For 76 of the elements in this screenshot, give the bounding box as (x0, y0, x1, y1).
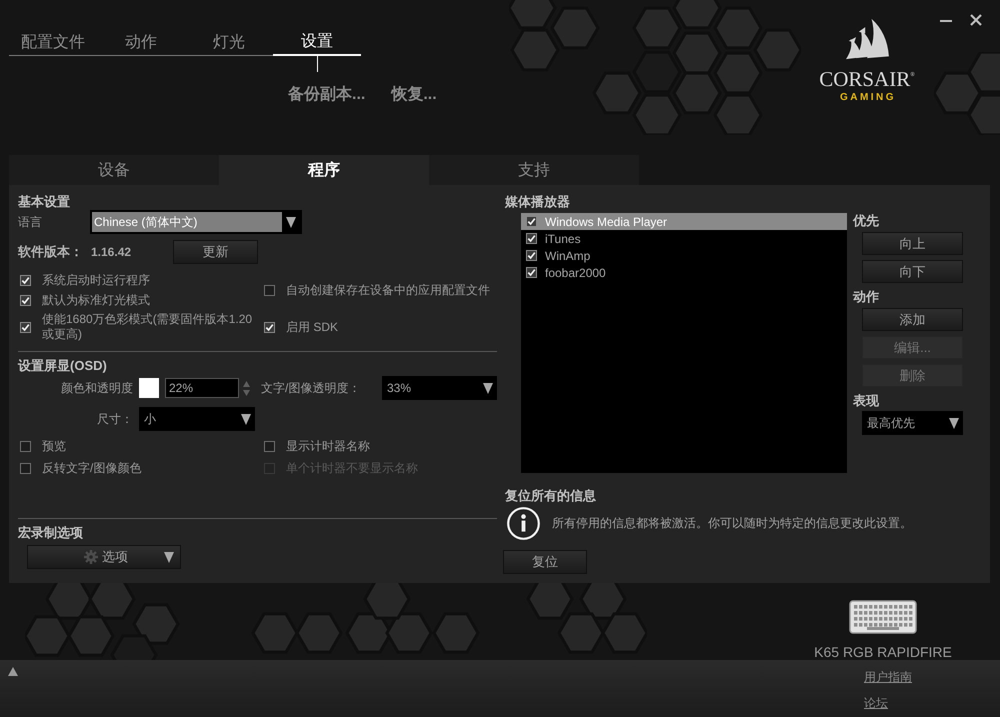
profile-link[interactable]: 恢复... (391, 86, 437, 104)
section-tab[interactable]: 程序 (219, 155, 429, 185)
reset-button[interactable]: 复位 (503, 550, 587, 574)
close-icon[interactable] (970, 14, 982, 26)
checkbox[interactable] (526, 250, 537, 261)
checkbox[interactable] (20, 294, 31, 306)
option-label: 显示计时器名称 (286, 438, 370, 454)
device-name: K65 RGB RAPIDFIRE (814, 644, 952, 660)
checkbox[interactable] (20, 462, 31, 474)
opacity-field[interactable]: 22% (165, 378, 239, 398)
profile-link[interactable]: 备份副本... (288, 86, 366, 104)
caret-icon (286, 216, 296, 228)
up-arrow-icon[interactable] (8, 667, 18, 676)
option-label: 使能1680万色彩模式(需要固件版本1.20或更高) (42, 312, 254, 342)
section-heading: 优先 (853, 214, 880, 228)
color-swatch-icon[interactable] (139, 378, 159, 398)
text-opacity-label: 文字/图像透明度： (261, 380, 362, 396)
player-list-item[interactable]: foobar2000 (521, 264, 847, 281)
brand-name: CORSAIR$^{®}$ (819, 66, 915, 89)
language-label: 语言 (18, 214, 43, 230)
checkbox[interactable] (526, 267, 537, 278)
option-label: 反转文字/图像颜色 (42, 460, 142, 476)
caret-icon (483, 382, 493, 394)
caret-icon (949, 418, 959, 428)
nav-tab[interactable]: 设置 (273, 30, 361, 56)
color-label: 颜色和透明度 (60, 380, 133, 396)
version-label: 软件版本： (18, 243, 83, 261)
checkbox[interactable] (264, 284, 275, 296)
keyboard-icon[interactable] (849, 600, 917, 634)
footer-link[interactable]: 用户指南 (864, 670, 912, 685)
priority-button[interactable]: 向上 (862, 232, 963, 255)
spinner-icon[interactable] (243, 380, 250, 396)
nav-tab[interactable]: 灯光 (185, 30, 273, 56)
caret-icon (241, 414, 251, 424)
behavior-dropdown[interactable]: 最高优先 (862, 411, 963, 435)
section-heading: 复位所有的信息 (505, 489, 597, 503)
priority-button[interactable]: 向下 (862, 260, 963, 283)
section-tab[interactable]: 设备 (9, 155, 219, 185)
section-heading: 宏录制选项 (18, 526, 84, 540)
checkbox[interactable] (20, 322, 31, 332)
player-list-item[interactable]: iTunes (521, 230, 847, 247)
update-button[interactable]: 更新 (173, 240, 258, 264)
section-heading: 表现 (853, 394, 880, 408)
section-heading: 设置屏显(OSD) (18, 359, 108, 373)
checkbox[interactable] (526, 216, 537, 227)
footer-link[interactable]: 论坛 (864, 696, 912, 711)
options-dropdown-button[interactable]: 选项 (27, 545, 181, 569)
size-dropdown[interactable]: 小 (139, 407, 255, 431)
option-label: 默认为标准灯光模式 (42, 292, 150, 308)
section-heading: 媒体播放器 (505, 195, 571, 209)
checkbox[interactable] (20, 274, 31, 286)
option-label: 启用 SDK (286, 320, 338, 334)
checkbox[interactable] (526, 233, 537, 244)
info-message: 所有停用的信息都将被激活。你可以随时为特定的信息更改此设置。 (552, 515, 912, 532)
section-heading: 基本设置 (18, 195, 71, 209)
option-label: 预览 (42, 438, 66, 454)
section-tab[interactable]: 支持 (429, 155, 639, 185)
version-number: 1.16.42 (91, 245, 132, 259)
option-label: 系统启动时运行程序 (42, 272, 150, 288)
brand-tagline: GAMING (838, 92, 896, 104)
action-button[interactable]: 添加 (862, 308, 963, 331)
gear-icon (84, 550, 98, 564)
section-heading: 动作 (853, 290, 880, 304)
info-icon (507, 507, 540, 540)
player-list-item[interactable]: Windows Media Player (521, 213, 847, 230)
option-label: 自动创建保存在设备中的应用配置文件 (286, 282, 490, 298)
nav-tab[interactable]: 动作 (97, 30, 185, 56)
text-opacity-dropdown[interactable]: 33% (382, 376, 497, 400)
caret-icon (164, 552, 174, 562)
language-dropdown[interactable]: Chinese (简体中文) (90, 210, 302, 234)
checkbox[interactable] (20, 440, 31, 452)
checkbox[interactable] (264, 322, 275, 332)
size-label: 尺寸： (96, 410, 133, 428)
nav-tab[interactable]: 配置文件 (9, 30, 97, 56)
player-list-item[interactable]: WinAmp (521, 247, 847, 264)
checkbox[interactable] (264, 440, 275, 452)
